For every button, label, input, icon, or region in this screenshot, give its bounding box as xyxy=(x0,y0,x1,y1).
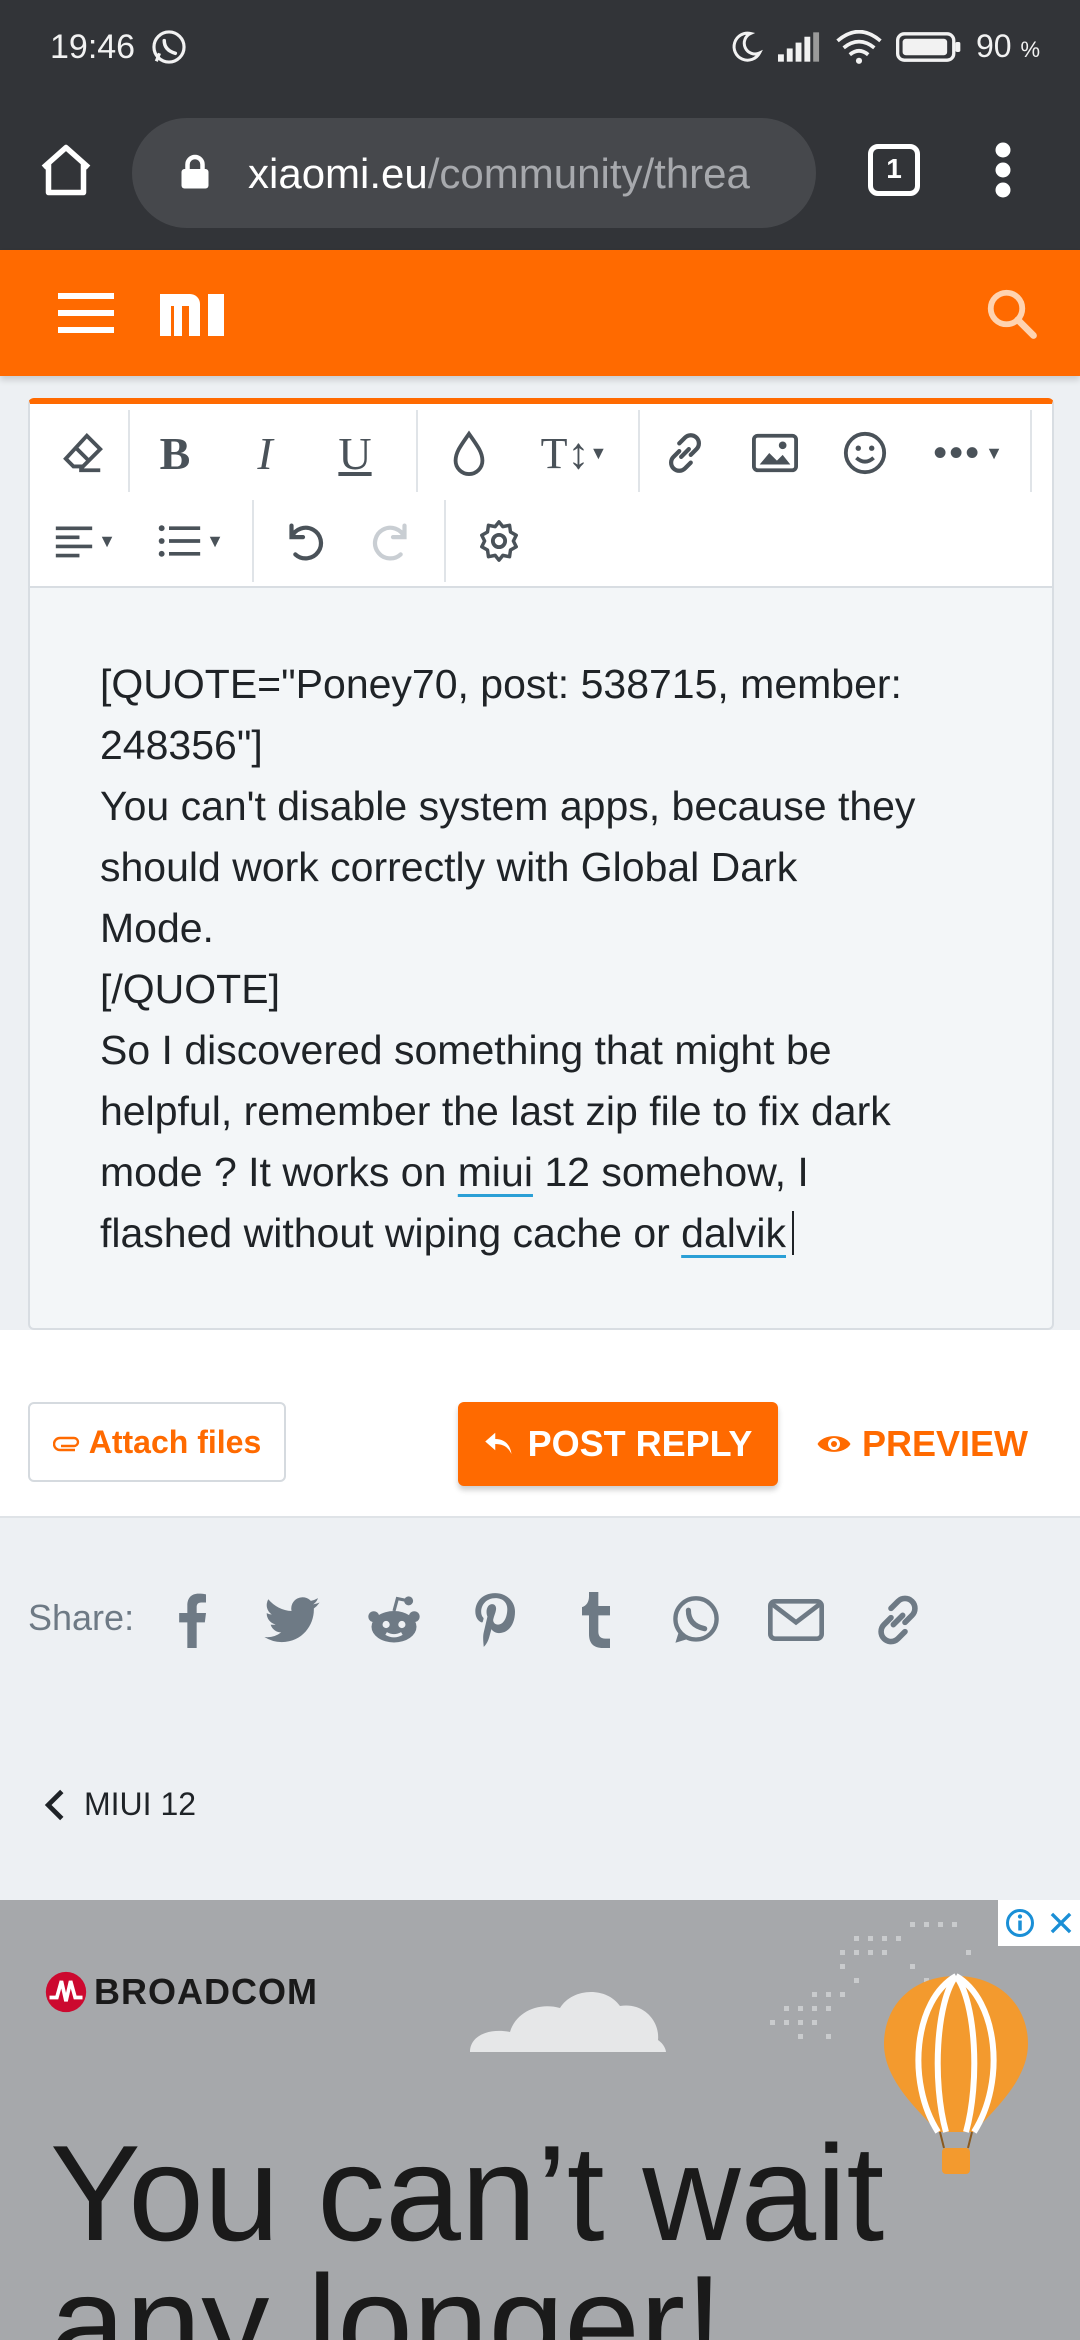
browser-toolbar: xiaomi.eu/community/threa 1 xyxy=(0,98,1080,250)
toolbar-separator xyxy=(1030,410,1032,492)
attach-files-button[interactable]: Attach files xyxy=(28,1402,286,1482)
ad-brand-text: BROADCOM xyxy=(94,1971,318,2012)
editor-line: 248356"] xyxy=(100,722,263,768)
ad-headline-line-1: You can’t wait xyxy=(50,2117,885,2269)
status-time: 19:46 xyxy=(50,28,136,66)
more-options-button[interactable]: ••• ▼ xyxy=(914,418,1024,488)
italic-button[interactable]: I xyxy=(230,418,300,488)
advertisement-banner[interactable]: BROADCOM You can’t wait any longer! xyxy=(0,1900,1080,2340)
align-icon[interactable]: ▼ xyxy=(40,506,130,576)
editor-text-area[interactable]: [QUOTE="Poney70, post: 538715, member: 2… xyxy=(100,654,1000,1264)
broadcom-logo: BROADCOM xyxy=(44,1970,318,2014)
address-bar[interactable]: xiaomi.eu/community/threa xyxy=(132,118,816,228)
chevron-left-icon xyxy=(44,1789,64,1820)
signal-icon xyxy=(777,31,820,62)
battery-percent: 90 % xyxy=(975,28,1040,64)
ad-choices-badge[interactable] xyxy=(998,1900,1080,1946)
hamburger-menu-icon[interactable] xyxy=(58,290,114,336)
tumblr-icon[interactable] xyxy=(564,1588,628,1652)
ad-headline-line-2: any longer! xyxy=(50,2247,723,2340)
spellcheck-word-miui[interactable]: miui xyxy=(458,1149,533,1195)
editor-line: You can't disable system apps, because t… xyxy=(100,783,916,829)
post-reply-label: POST REPLY xyxy=(527,1423,753,1464)
editor-line: So I discovered something that might be xyxy=(100,1027,832,1073)
editor-line: Mode. xyxy=(100,905,214,951)
share-label: Share: xyxy=(28,1597,135,1638)
settings-gear-icon[interactable] xyxy=(464,506,534,576)
copy-link-icon[interactable] xyxy=(866,1588,930,1652)
editor-line: flashed without wiping cache or dalvik xyxy=(100,1203,1000,1264)
wifi-icon xyxy=(836,29,882,64)
editor-toolbar: B I U T↕ ▼ ••• ▼ ▼ ▼ xyxy=(30,404,1052,588)
search-icon[interactable] xyxy=(984,286,1038,340)
spellcheck-word-dalvik[interactable]: dalvik xyxy=(681,1210,786,1256)
site-header xyxy=(0,250,1080,376)
text-caret xyxy=(792,1211,794,1255)
whatsapp-notification-icon xyxy=(152,30,186,64)
ad-headline: You can’t wait any longer! xyxy=(50,2117,885,2340)
facebook-icon[interactable] xyxy=(160,1588,224,1652)
text-color-icon[interactable] xyxy=(434,418,504,488)
editor-line: [/QUOTE] xyxy=(100,966,280,1012)
more-vert-icon[interactable] xyxy=(988,140,1018,200)
reply-arrow-icon xyxy=(484,1432,512,1454)
status-indicators: 90 % xyxy=(728,28,1040,65)
underline-button[interactable]: U xyxy=(320,418,390,488)
ad-cloud-graphic xyxy=(470,1991,666,2052)
clear-format-icon[interactable] xyxy=(48,418,118,488)
broadcom-logo-mark xyxy=(45,1971,87,2013)
toolbar-separator xyxy=(416,410,418,492)
reply-actions: Attach files POST REPLY PREVIEW xyxy=(0,1330,1080,1518)
image-icon[interactable] xyxy=(740,418,810,488)
paperclip-icon xyxy=(52,1436,79,1452)
url-text: xiaomi.eu/community/threa xyxy=(248,150,750,197)
smiley-icon[interactable] xyxy=(830,418,900,488)
tab-switcher-button[interactable]: 1 xyxy=(868,144,920,196)
editor-line: helpful, remember the last zip file to f… xyxy=(100,1088,891,1134)
editor-line: should work correctly with Global Dark xyxy=(100,844,798,890)
redo-icon xyxy=(358,506,428,576)
breadcrumb-label: MIUI 12 xyxy=(84,1786,197,1822)
whatsapp-icon[interactable] xyxy=(664,1588,728,1652)
link-icon[interactable] xyxy=(650,418,720,488)
preview-button[interactable]: PREVIEW xyxy=(816,1402,1028,1486)
font-size-button[interactable]: T↕ ▼ xyxy=(524,418,624,488)
post-reply-button[interactable]: POST REPLY xyxy=(458,1402,778,1486)
reply-editor: B I U T↕ ▼ ••• ▼ ▼ ▼ [QUOTE="Poney70, po… xyxy=(28,398,1054,1330)
hot-air-balloon-graphic xyxy=(884,1973,1028,2174)
toolbar-separator xyxy=(252,500,254,582)
email-icon[interactable] xyxy=(764,1588,828,1652)
breadcrumb-back[interactable]: MIUI 12 xyxy=(44,1786,196,1823)
pinterest-icon[interactable] xyxy=(462,1588,526,1652)
preview-label: PREVIEW xyxy=(862,1423,1029,1464)
editor-line: [QUOTE="Poney70, post: 538715, member: xyxy=(100,661,902,707)
mi-logo[interactable] xyxy=(156,288,228,338)
lock-icon xyxy=(181,154,209,189)
editor-line: mode ? It works on miui 12 somehow, I xyxy=(100,1149,809,1195)
toolbar-separator xyxy=(638,410,640,492)
battery-icon xyxy=(895,31,961,62)
close-icon xyxy=(1050,1912,1071,1934)
list-icon[interactable]: ▼ xyxy=(136,506,246,576)
info-icon xyxy=(1005,1909,1034,1937)
toolbar-separator xyxy=(128,410,130,492)
reddit-icon[interactable] xyxy=(362,1588,426,1652)
twitter-icon[interactable] xyxy=(260,1588,324,1652)
status-bar: 19:46 90 % xyxy=(0,0,1080,98)
home-icon[interactable] xyxy=(36,140,96,200)
bold-button[interactable]: B xyxy=(140,418,210,488)
undo-icon[interactable] xyxy=(268,506,338,576)
eye-icon xyxy=(817,1436,851,1452)
attach-files-label: Attach files xyxy=(88,1423,262,1460)
moon-icon xyxy=(732,31,763,62)
toolbar-separator xyxy=(444,500,446,582)
